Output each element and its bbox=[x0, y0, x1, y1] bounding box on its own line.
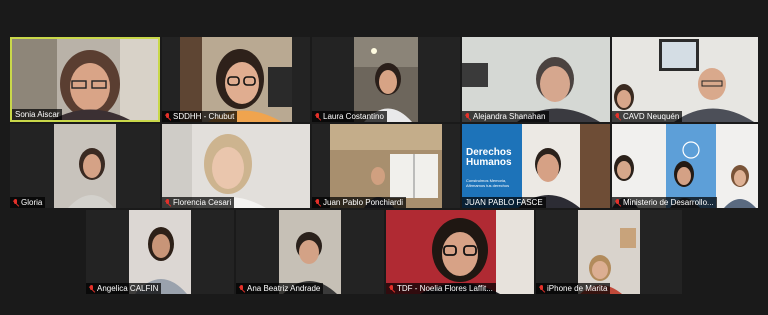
video-tile-florencia-cesari[interactable]: Florencia Cesari bbox=[162, 124, 310, 208]
participant-video bbox=[354, 37, 418, 122]
video-tile-laura-costantino[interactable]: Laura Costantino bbox=[312, 37, 460, 122]
mic-muted-icon bbox=[615, 112, 621, 121]
video-tile-juan-pablo-ponchiardi[interactable]: Juan Pablo Ponchiardi bbox=[312, 124, 460, 208]
participant-name-label: Ana Beatriz Andrade bbox=[236, 283, 324, 294]
participant-video bbox=[129, 210, 191, 294]
video-tile-ana-beatriz-andrade[interactable]: Ana Beatriz Andrade bbox=[236, 210, 384, 294]
mic-muted-icon bbox=[615, 198, 621, 207]
participant-name-label: Laura Costantino bbox=[312, 111, 387, 122]
video-tile-gloria[interactable]: Gloria bbox=[10, 124, 160, 208]
mic-muted-icon bbox=[239, 284, 245, 293]
video-tile-juan-pablo-fasce[interactable]: Derechos Humanos Construimos Memoria, Af… bbox=[462, 124, 610, 208]
mic-muted-icon bbox=[165, 112, 171, 121]
participant-video bbox=[386, 210, 534, 294]
participant-video bbox=[462, 37, 610, 122]
mic-muted-icon bbox=[465, 112, 471, 121]
video-tile-iphone-de-marita[interactable]: iPhone de Marita bbox=[536, 210, 682, 294]
participant-name-label: iPhone de Marita bbox=[536, 283, 611, 294]
video-tile-alejandra-shanahan[interactable]: Alejandra Shanahan bbox=[462, 37, 610, 122]
participant-name-label: TDF - Noelia Flores Laffit... bbox=[386, 283, 496, 294]
participant-video bbox=[162, 124, 310, 208]
participant-name-label: CAVD Neuquén bbox=[612, 111, 683, 122]
mic-muted-icon bbox=[315, 198, 321, 207]
video-tile-angelica-calfin[interactable]: Angelica CALFIN bbox=[86, 210, 234, 294]
participant-name-label: Sonia Aiscar bbox=[12, 109, 63, 120]
participant-video bbox=[578, 210, 640, 294]
participant-video bbox=[180, 37, 292, 122]
participant-video bbox=[612, 124, 758, 208]
mic-muted-icon bbox=[13, 198, 19, 207]
participant-video bbox=[12, 39, 158, 120]
participant-video bbox=[54, 124, 116, 208]
mic-muted-icon bbox=[165, 198, 171, 207]
participant-video bbox=[279, 210, 341, 294]
participant-name-label: Angelica CALFIN bbox=[86, 283, 162, 294]
video-tile-sddhh-chubut[interactable]: SDDHH - Chubut bbox=[162, 37, 310, 122]
participant-name-label: Ministerio de Desarrollo... bbox=[612, 197, 717, 208]
participant-name-label: Alejandra Shanahan bbox=[462, 111, 549, 122]
participant-video bbox=[330, 124, 442, 208]
mic-muted-icon bbox=[89, 284, 95, 293]
participant-name-label: JUAN PABLO FASCE bbox=[462, 197, 546, 208]
mic-muted-icon bbox=[389, 284, 395, 293]
video-tile-ministerio-de-desarrollo[interactable]: Ministerio de Desarrollo... bbox=[612, 124, 758, 208]
video-tile-sonia[interactable]: Sonia Aiscar bbox=[10, 37, 160, 122]
video-tile-tdf-noelia-flores[interactable]: TDF - Noelia Flores Laffit... bbox=[386, 210, 534, 294]
participant-name-label: Florencia Cesari bbox=[162, 197, 235, 208]
mic-muted-icon bbox=[315, 112, 321, 121]
participant-name-label: Juan Pablo Ponchiardi bbox=[312, 197, 407, 208]
derechos-humanos-banner: Derechos Humanos Construimos Memoria, Af… bbox=[466, 147, 512, 189]
participant-name-label: SDDHH - Chubut bbox=[162, 111, 238, 122]
participant-video bbox=[612, 37, 758, 122]
mic-muted-icon bbox=[539, 284, 545, 293]
participant-name-label: Gloria bbox=[10, 197, 46, 208]
video-tile-cavd-neuquen[interactable]: CAVD Neuquén bbox=[612, 37, 758, 122]
